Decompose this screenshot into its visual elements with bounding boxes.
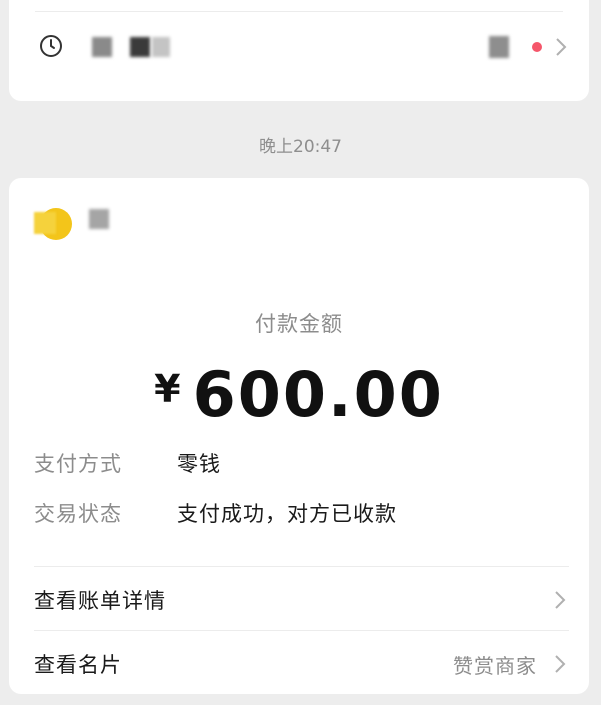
divider: [34, 630, 569, 631]
clock-icon: [40, 35, 62, 57]
redacted-text: [489, 36, 509, 58]
currency-symbol: ¥: [154, 367, 181, 411]
view-bill-details-label: 查看账单详情: [34, 589, 166, 613]
redacted-text: [130, 37, 150, 57]
message-timestamp: 晚上20:47: [259, 137, 342, 157]
transaction-status-key: 交易状态: [34, 502, 122, 526]
previous-message-row[interactable]: [9, 34, 589, 80]
redacted-text: [152, 37, 170, 57]
tip-merchant-label: 赞赏商家: [453, 654, 537, 678]
chevron-right-icon: [555, 591, 566, 609]
payment-method-key: 支付方式: [34, 452, 122, 476]
chevron-right-icon: [556, 38, 567, 56]
redacted-merchant-name: [89, 209, 109, 229]
payment-amount: ¥600.00: [9, 358, 589, 431]
payment-card: 付款金额 ¥600.00 支付方式 零钱 交易状态 支付成功，对方已收款 查看账…: [9, 178, 589, 694]
amount-value: 600.00: [192, 358, 444, 431]
view-business-card-link[interactable]: 查看名片 赞赏商家: [9, 633, 589, 693]
payment-method-row: 支付方式 零钱: [34, 448, 569, 478]
transaction-status-row: 交易状态 支付成功，对方已收款: [34, 498, 569, 528]
chevron-right-icon: [555, 655, 566, 673]
merchant-logo-icon: [34, 208, 72, 240]
payment-amount-label: 付款金额: [255, 312, 343, 336]
payment-method-value: 零钱: [177, 452, 221, 476]
view-business-card-label: 查看名片: [34, 653, 122, 677]
unread-dot: [532, 42, 542, 52]
view-bill-details-link[interactable]: 查看账单详情: [9, 569, 589, 629]
transaction-status-value: 支付成功，对方已收款: [177, 502, 397, 526]
divider: [35, 11, 563, 12]
divider: [34, 566, 569, 567]
previous-message-card: [9, 0, 589, 101]
redacted-text: [92, 37, 112, 57]
